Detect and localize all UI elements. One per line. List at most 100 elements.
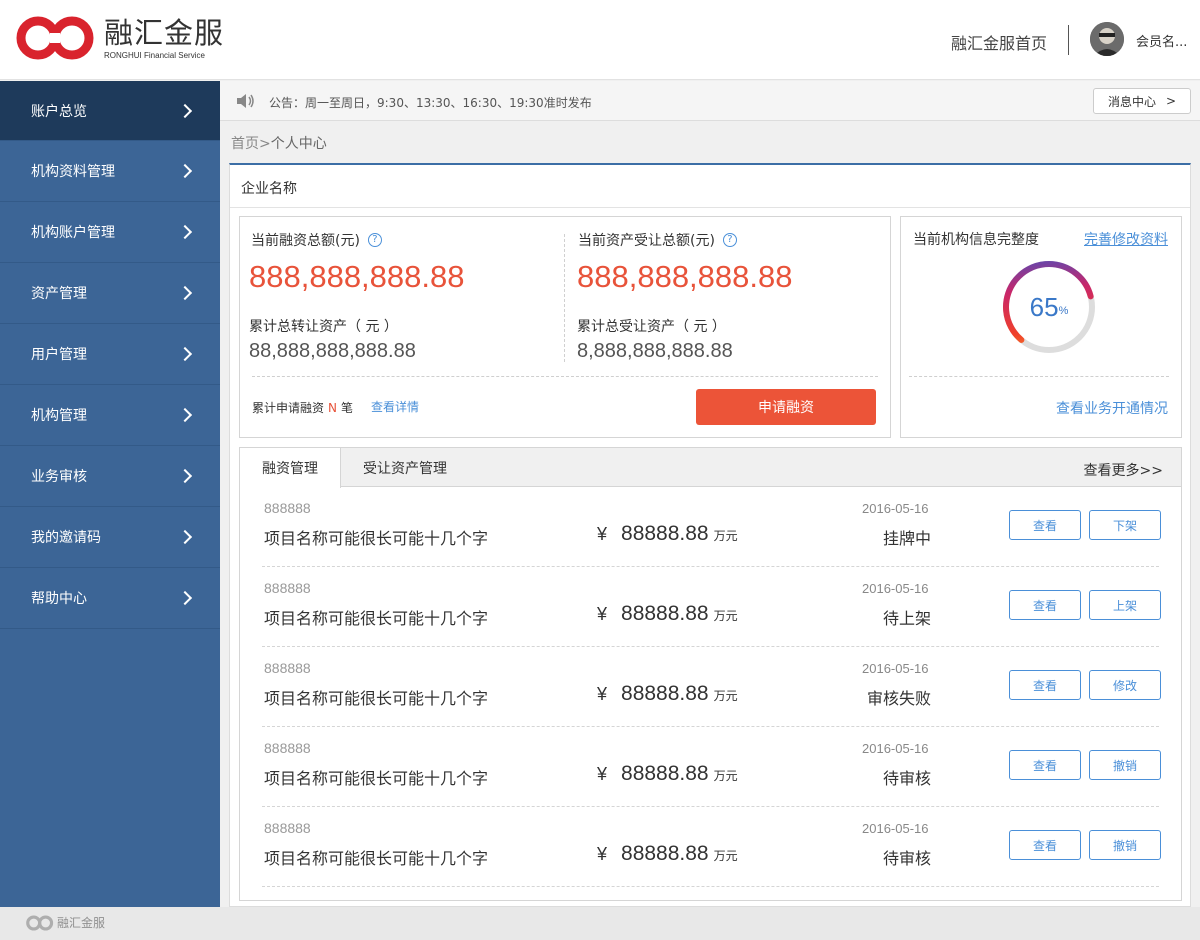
edit-profile-link[interactable]: 完善修改资料 bbox=[1084, 229, 1168, 249]
apply-financing-button[interactable]: 申请融资 bbox=[696, 389, 876, 425]
chevron-right-icon bbox=[177, 407, 193, 423]
sidebar-item[interactable]: 帮助中心 bbox=[0, 568, 220, 629]
member-name[interactable]: 会员名... bbox=[1136, 31, 1187, 50]
list-item: 888888 项目名称可能很长可能十几个字 ¥88888.88 万元 2016-05-1… bbox=[240, 807, 1181, 887]
currency-symbol: ¥ bbox=[597, 524, 608, 544]
chevron-right-icon bbox=[177, 590, 193, 606]
chevron-right-icon bbox=[177, 468, 193, 484]
currency-symbol: ¥ bbox=[597, 764, 608, 784]
message-center-button[interactable]: 消息中心 > bbox=[1093, 88, 1191, 114]
view-button[interactable]: 查看 bbox=[1009, 830, 1081, 860]
breadcrumb-separator: > bbox=[259, 136, 271, 152]
user-avatar-icon bbox=[1090, 22, 1124, 56]
transfer-total-value: 88,888,888,888.88 bbox=[249, 340, 416, 362]
assign-total-label: 累计总受让资产（ 元 ） bbox=[577, 319, 726, 335]
view-button[interactable]: 查看 bbox=[1009, 750, 1081, 780]
home-link[interactable]: 融汇金服首页 bbox=[951, 30, 1047, 54]
main-panel: 企业名称 当前融资总额(元) ? 888,888,888.88 累计总转让资产（… bbox=[229, 163, 1191, 907]
sidebar-item-label: 资产管理 bbox=[31, 286, 87, 302]
sidebar-item-label: 业务审核 bbox=[31, 469, 87, 485]
footer-logo-text: 融汇金服 bbox=[57, 916, 106, 930]
amount-value: 88888.88 bbox=[621, 842, 709, 865]
project-amount: ¥88888.88 万元 bbox=[597, 522, 738, 546]
project-amount: ¥88888.88 万元 bbox=[597, 602, 738, 626]
footer: 融汇金服 bbox=[0, 907, 1200, 940]
divider bbox=[564, 234, 565, 362]
list-item: 888888 项目名称可能很长可能十几个字 ¥88888.88 万元 2016-05-1… bbox=[240, 727, 1181, 807]
breadcrumb-home[interactable]: 首页 bbox=[231, 136, 259, 152]
business-status-link[interactable]: 查看业务开通情况 bbox=[1056, 398, 1168, 418]
help-icon[interactable]: ? bbox=[722, 233, 737, 247]
sidebar-item[interactable]: 业务审核 bbox=[0, 446, 220, 507]
logo-name: 融汇金服 bbox=[104, 15, 225, 50]
amount-value: 88888.88 bbox=[621, 522, 709, 545]
sidebar-item-label: 账户总览 bbox=[31, 103, 87, 120]
status-badge: 待审核 bbox=[882, 849, 931, 868]
sidebar-item[interactable]: 用户管理 bbox=[0, 324, 220, 385]
view-button[interactable]: 查看 bbox=[1009, 670, 1081, 700]
sidebar-item-label: 机构资料管理 bbox=[31, 164, 115, 180]
divider bbox=[252, 376, 878, 377]
project-amount: ¥88888.88 万元 bbox=[597, 762, 738, 786]
view-more-link[interactable]: 查看更多>> bbox=[1084, 460, 1163, 480]
sidebar-item-label: 帮助中心 bbox=[31, 591, 87, 607]
list-item: 888888 项目名称可能很长可能十几个字 ¥88888.88 万元 2016-05-1… bbox=[240, 487, 1181, 567]
chevron-right-icon bbox=[177, 163, 193, 179]
sidebar-item[interactable]: 机构账户管理 bbox=[0, 202, 220, 263]
project-amount: ¥88888.88 万元 bbox=[597, 842, 738, 866]
chevron-right-icon bbox=[177, 346, 193, 362]
status-badge: 挂牌中 bbox=[882, 529, 931, 548]
avatar[interactable] bbox=[1090, 22, 1124, 56]
divider bbox=[262, 886, 1159, 887]
assign-total-value: 8,888,888,888.88 bbox=[577, 340, 733, 362]
completeness-title: 当前机构信息完整度 bbox=[913, 232, 1039, 248]
logo-subtitle: RONGHUI Financial Service bbox=[104, 50, 205, 60]
financing-total-label: 当前融资总额(元) ? bbox=[251, 230, 382, 250]
action-button[interactable]: 下架 bbox=[1089, 510, 1161, 540]
list-item: 888888 项目名称可能很长可能十几个字 ¥88888.88 万元 2016-05-1… bbox=[240, 567, 1181, 647]
project-code: 888888 bbox=[264, 500, 311, 516]
action-button[interactable]: 撤销 bbox=[1089, 830, 1161, 860]
action-button[interactable]: 上架 bbox=[1089, 590, 1161, 620]
view-button[interactable]: 查看 bbox=[1009, 510, 1081, 540]
status-badge: 待审核 bbox=[882, 769, 931, 788]
sidebar-item[interactable]: 资产管理 bbox=[0, 263, 220, 324]
notice-bar: 公告：周一至周日，9:30、13:30、16:30、19:30准时发布 消息中心… bbox=[220, 81, 1200, 121]
view-button[interactable]: 查看 bbox=[1009, 590, 1081, 620]
currency-symbol: ¥ bbox=[597, 844, 608, 864]
project-code: 888888 bbox=[264, 740, 311, 756]
project-date: 2016-05-16 bbox=[862, 581, 929, 596]
sidebar-item[interactable]: 我的邀请码 bbox=[0, 507, 220, 568]
sidebar-item-label: 用户管理 bbox=[31, 347, 87, 363]
action-button[interactable]: 修改 bbox=[1089, 670, 1161, 700]
sidebar-item-label: 我的邀请码 bbox=[31, 530, 101, 546]
project-code: 888888 bbox=[264, 660, 311, 676]
help-icon[interactable]: ? bbox=[367, 233, 382, 247]
status-badge: 审核失败 bbox=[866, 689, 931, 708]
project-name: 项目名称可能很长可能十几个字 bbox=[264, 529, 489, 548]
brand-logo[interactable]: 融汇金服 RONGHUI Financial Service bbox=[16, 16, 224, 60]
sidebar-item-label: 机构管理 bbox=[31, 408, 87, 424]
sidebar: 账户总览机构资料管理 机构账户管理 资产管理用户管理机构管理业务审核我的邀请码帮助中… bbox=[0, 81, 220, 907]
tab-financing[interactable]: 融资管理 bbox=[239, 447, 341, 488]
sidebar-item[interactable]: 机构资料管理 bbox=[0, 141, 220, 202]
apply-count: 累计申请融资 N 笔 bbox=[252, 399, 353, 416]
financing-total-value: 888,888,888.88 bbox=[249, 259, 465, 294]
project-name: 项目名称可能很长可能十几个字 bbox=[264, 769, 489, 788]
sidebar-item-label: 机构账户管理 bbox=[31, 225, 115, 241]
sidebar-item[interactable]: 机构管理 bbox=[0, 385, 220, 446]
divider bbox=[909, 376, 1169, 377]
view-detail-link[interactable]: 查看详情 bbox=[371, 398, 419, 415]
tab-assigned-assets[interactable]: 受让资产管理 bbox=[341, 447, 469, 488]
divider bbox=[230, 207, 1190, 208]
logo-icon bbox=[16, 16, 94, 60]
speaker-icon bbox=[237, 94, 254, 108]
sidebar-item[interactable]: 账户总览 bbox=[0, 81, 220, 141]
assigned-total-label: 当前资产受让总额(元) ? bbox=[578, 230, 737, 250]
project-code: 888888 bbox=[264, 820, 311, 836]
action-button[interactable]: 撤销 bbox=[1089, 750, 1161, 780]
percent-sign: % bbox=[1058, 305, 1069, 317]
breadcrumb-current: 个人中心 bbox=[270, 136, 327, 152]
project-date: 2016-05-16 bbox=[862, 741, 929, 756]
company-name: 企业名称 bbox=[241, 181, 297, 197]
